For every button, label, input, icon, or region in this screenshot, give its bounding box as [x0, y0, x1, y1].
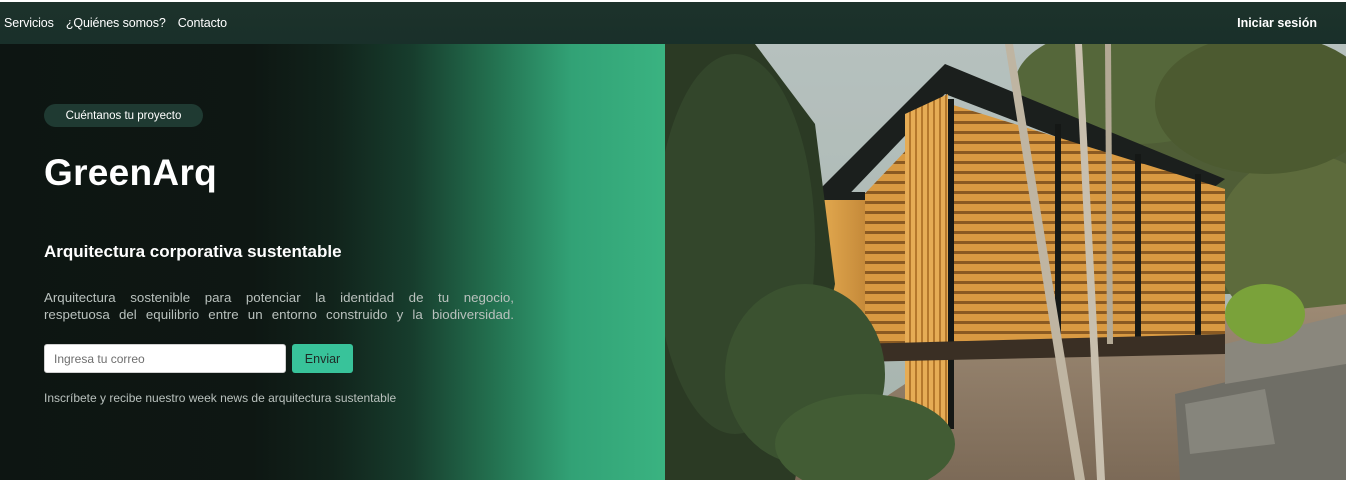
page: Servicios ¿Quiénes somos? Contacto Inici…: [0, 0, 1348, 480]
signup-note: Inscríbete y recibe nuestro week news de…: [44, 391, 397, 405]
hero-description-line: respetuosa del equilibrio entre un entor…: [44, 306, 514, 322]
project-pill[interactable]: Cuéntanos tu proyecto: [44, 104, 203, 127]
brand-title: GreenArq: [44, 152, 218, 193]
hero-section: Cuéntanos tu proyecto GreenArq Arquitect…: [0, 44, 665, 480]
hero-image: [665, 44, 1346, 480]
hero-subtitle: Arquitectura corporativa sustentable: [44, 242, 342, 261]
nav-link-servicios[interactable]: Servicios: [4, 16, 54, 30]
hero-description-line: Arquitectura sostenible para potenciar l…: [44, 290, 514, 305]
nav-links: Servicios ¿Quiénes somos? Contacto: [0, 2, 239, 44]
login-link[interactable]: Iniciar sesión: [1237, 16, 1317, 30]
email-input[interactable]: [44, 344, 286, 373]
navbar: Servicios ¿Quiénes somos? Contacto Inici…: [0, 2, 1346, 44]
nav-link-contacto[interactable]: Contacto: [178, 16, 227, 30]
nav-link-quienes-somos[interactable]: ¿Quiénes somos?: [66, 16, 166, 30]
hero-description: Arquitectura sostenible para potenciar l…: [44, 290, 514, 323]
send-button[interactable]: Enviar: [292, 344, 353, 373]
